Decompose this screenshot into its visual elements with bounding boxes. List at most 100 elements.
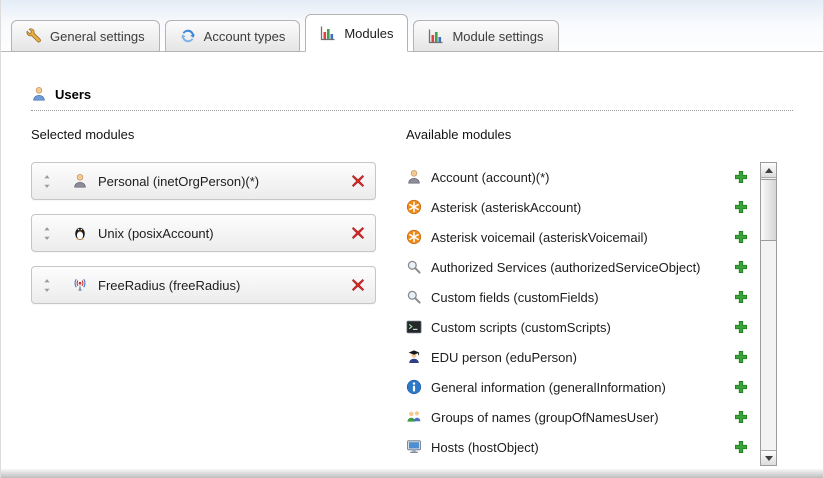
available-module-label: Authorized Services (authorizedServiceOb…: [431, 260, 725, 275]
tab-module-settings[interactable]: Module settings: [413, 20, 558, 52]
add-module-button[interactable]: [734, 200, 748, 214]
tab-bar: General settings Account types Modules M…: [1, 0, 823, 52]
available-module-row: Authorized Services (authorizedServiceOb…: [406, 252, 760, 282]
lam-configuration-page: General settings Account types Modules M…: [0, 0, 824, 478]
plus-icon: [734, 410, 748, 424]
tab-label: Account types: [204, 29, 286, 44]
available-module-row: Account (account)(*): [406, 162, 760, 192]
users-section-heading: Users: [31, 86, 793, 111]
add-module-button[interactable]: [734, 260, 748, 274]
plus-icon: [734, 290, 748, 304]
info-icon: [406, 379, 422, 395]
add-module-button[interactable]: [734, 230, 748, 244]
available-module-label: Hosts (hostObject): [431, 440, 725, 455]
available-module-label: Asterisk (asteriskAccount): [431, 200, 725, 215]
plus-icon: [734, 200, 748, 214]
tab-label: Modules: [344, 26, 393, 41]
selected-module-label: FreeRadius (freeRadius): [98, 278, 240, 293]
tab-account-types[interactable]: Account types: [165, 20, 301, 52]
available-module-row: Asterisk (asteriskAccount): [406, 192, 760, 222]
chart-icon: [320, 25, 336, 41]
add-module-button[interactable]: [734, 170, 748, 184]
available-module-row: General information (generalInformation): [406, 372, 760, 402]
scrollbar-thumb[interactable]: [761, 179, 776, 241]
available-modules-scrollbar[interactable]: [760, 162, 777, 466]
user-icon: [31, 86, 47, 102]
available-module-label: EDU person (eduPerson): [431, 350, 725, 365]
available-module-label: General information (generalInformation): [431, 380, 725, 395]
drag-handle-icon[interactable]: [42, 174, 54, 189]
drag-handle-icon[interactable]: [42, 278, 54, 293]
available-module-label: Custom fields (customFields): [431, 290, 725, 305]
add-module-button[interactable]: [734, 290, 748, 304]
plus-icon: [734, 230, 748, 244]
person-icon: [72, 173, 88, 189]
add-module-button[interactable]: [734, 440, 748, 454]
available-module-label: Account (account)(*): [431, 170, 725, 185]
plus-icon: [734, 260, 748, 274]
triangle-down-icon: [765, 456, 773, 461]
asterisk-icon: [406, 229, 422, 245]
delete-cross-icon: [351, 226, 365, 240]
available-module-row: Custom fields (customFields): [406, 282, 760, 312]
add-module-button[interactable]: [734, 350, 748, 364]
refresh-icon: [180, 28, 196, 44]
plus-icon: [734, 440, 748, 454]
tab-general-settings[interactable]: General settings: [11, 20, 160, 52]
available-module-row: Hosts (hostObject): [406, 432, 760, 462]
tab-panel-modules: Users Selected modules Personal (inetOrg…: [1, 52, 823, 466]
modules-columns: Selected modules Personal (inetOrgPerson…: [31, 127, 793, 466]
selected-module-content: Personal (inetOrgPerson)(*): [72, 173, 351, 189]
plus-icon: [734, 170, 748, 184]
plus-icon: [734, 350, 748, 364]
selected-module-row[interactable]: Unix (posixAccount): [31, 214, 376, 252]
magnifier-icon: [406, 289, 422, 305]
add-module-button[interactable]: [734, 320, 748, 334]
computer-icon: [406, 439, 422, 455]
graduate-icon: [406, 349, 422, 365]
tab-label: Module settings: [452, 29, 543, 44]
selected-module-row[interactable]: FreeRadius (freeRadius): [31, 266, 376, 304]
tab-modules[interactable]: Modules: [305, 14, 408, 52]
remove-module-button[interactable]: [351, 278, 365, 292]
selected-module-row[interactable]: Personal (inetOrgPerson)(*): [31, 162, 376, 200]
drag-handle-icon[interactable]: [42, 226, 54, 241]
section-title: Users: [55, 87, 91, 102]
delete-cross-icon: [351, 174, 365, 188]
scrollbar-up-button[interactable]: [761, 163, 776, 178]
plus-icon: [734, 380, 748, 394]
person-icon: [406, 169, 422, 185]
scrollbar-down-button[interactable]: [761, 450, 776, 465]
available-module-label: Groups of names (groupOfNamesUser): [431, 410, 725, 425]
available-module-label: Asterisk voicemail (asteriskVoicemail): [431, 230, 725, 245]
plus-icon: [734, 320, 748, 334]
add-module-button[interactable]: [734, 380, 748, 394]
selected-module-label: Unix (posixAccount): [98, 226, 214, 241]
available-module-row: Asterisk voicemail (asteriskVoicemail): [406, 222, 760, 252]
available-module-row: EDU person (eduPerson): [406, 342, 760, 372]
footer-gradient: [1, 469, 823, 478]
asterisk-icon: [406, 199, 422, 215]
available-modules-heading: Available modules: [406, 127, 777, 142]
available-modules-list: Account (account)(*) Asterisk (asteriskA…: [406, 162, 760, 462]
tab-label: General settings: [50, 29, 145, 44]
selected-modules-column: Selected modules Personal (inetOrgPerson…: [31, 127, 376, 466]
group-icon: [406, 409, 422, 425]
chart-icon: [428, 28, 444, 44]
penguin-icon: [72, 225, 88, 241]
available-modules-column: Available modules Account (account)(*): [406, 127, 777, 466]
remove-module-button[interactable]: [351, 174, 365, 188]
triangle-up-icon: [765, 168, 773, 173]
magnifier-icon: [406, 259, 422, 275]
terminal-icon: [406, 319, 422, 335]
selected-module-content: Unix (posixAccount): [72, 225, 351, 241]
antenna-icon: [72, 277, 88, 293]
available-module-row: Custom scripts (customScripts): [406, 312, 760, 342]
available-module-label: Custom scripts (customScripts): [431, 320, 725, 335]
selected-module-content: FreeRadius (freeRadius): [72, 277, 351, 293]
available-modules-list-wrap: Account (account)(*) Asterisk (asteriskA…: [406, 162, 777, 466]
selected-modules-heading: Selected modules: [31, 127, 376, 142]
delete-cross-icon: [351, 278, 365, 292]
remove-module-button[interactable]: [351, 226, 365, 240]
add-module-button[interactable]: [734, 410, 748, 424]
